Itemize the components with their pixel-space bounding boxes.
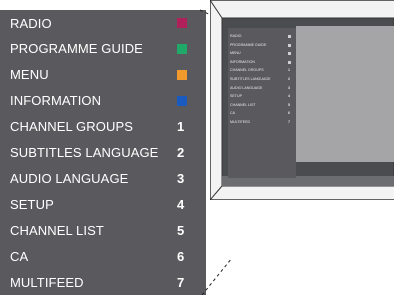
- mini-menu-swatch: [288, 43, 291, 47]
- zoom-line-bottom: [201, 257, 233, 295]
- mini-menu-item: RADIO: [230, 34, 242, 38]
- tv-illustration: RADIO PROGRAMME GUIDE MENU INFORMATION CHANN…: [210, 0, 394, 200]
- mini-menu-item: SETUP: [230, 94, 242, 99]
- mini-menu-number: 4: [288, 94, 290, 99]
- tv-mini-menu: RADIO PROGRAMME GUIDE MENU INFORMATION CHANN…: [228, 28, 296, 178]
- mini-menu-number: 2: [288, 77, 290, 81]
- mini-menu-number: 6: [288, 111, 290, 116]
- mini-menu-item: CHANNEL LIST: [230, 102, 256, 107]
- mini-menu-number: 1: [288, 68, 290, 73]
- mini-menu-swatch: [288, 52, 291, 56]
- mini-menu-item: MENU: [230, 51, 241, 56]
- mini-menu-item: AUDIO LANGUAGE: [230, 85, 263, 90]
- mini-menu-number: 3: [288, 85, 290, 90]
- mini-menu-item: MULTIFEED: [230, 120, 251, 124]
- mini-menu-swatch: [288, 60, 291, 64]
- mini-menu-item: CHANNEL GROUPS: [230, 68, 264, 73]
- mini-menu-item: CA: [230, 111, 235, 116]
- mini-menu-number: 7: [288, 120, 290, 124]
- mini-menu-swatch: [288, 35, 291, 38]
- mini-menu-item: PROGRAMME GUIDE: [230, 42, 267, 47]
- mini-menu-number: 5: [288, 102, 290, 107]
- mini-menu-item: SUBTITLES LANGUAGE: [230, 77, 271, 81]
- mini-menu-item: INFORMATION: [230, 59, 255, 64]
